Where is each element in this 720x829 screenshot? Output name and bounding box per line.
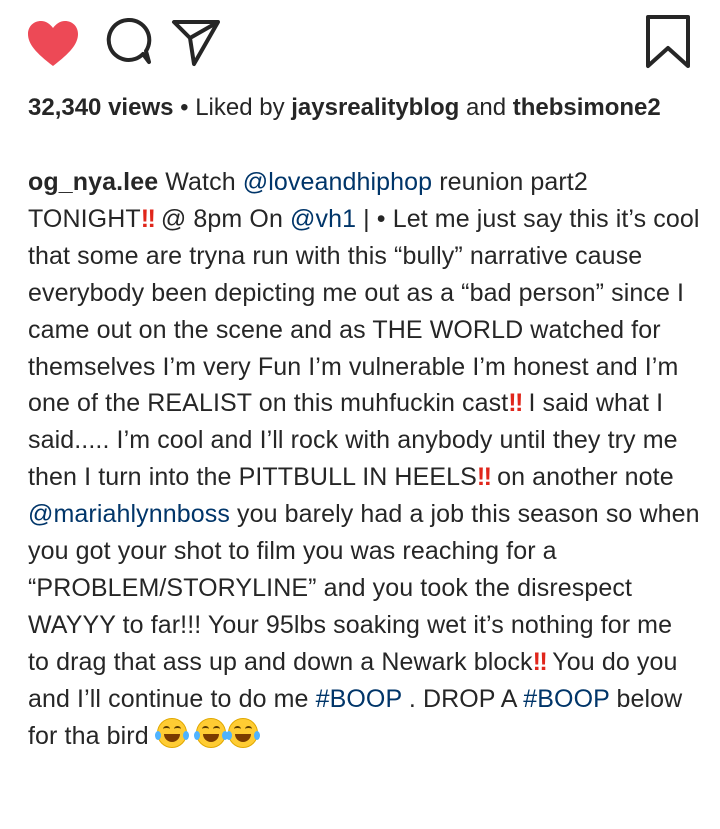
caption-text: on another note bbox=[490, 463, 674, 492]
post-action-bar bbox=[0, 0, 720, 92]
mention-link[interactable]: @mariahlynnboss bbox=[28, 500, 230, 528]
heart-icon[interactable] bbox=[26, 20, 80, 68]
liker-link[interactable]: thebsimone2 bbox=[513, 94, 661, 121]
caption-username[interactable]: og_nya.lee bbox=[28, 168, 158, 196]
bookmark-icon[interactable] bbox=[644, 14, 692, 70]
caption-text: @ 8pm On bbox=[153, 204, 291, 233]
post-caption: og_nya.lee Watch @loveandhiphop reunion … bbox=[28, 164, 700, 755]
tears-of-joy-icon bbox=[154, 717, 189, 748]
double-exclamation-icon: ‼ bbox=[476, 463, 492, 492]
liked-by-text: • Liked by bbox=[173, 94, 292, 121]
hashtag-link[interactable]: #BOOP bbox=[316, 685, 402, 713]
conjunction: and bbox=[459, 94, 513, 121]
post-stats: 32,340 views • Liked by jaysrealityblog … bbox=[28, 90, 698, 126]
tears-of-joy-icon bbox=[225, 717, 260, 748]
liker-link[interactable]: jaysrealityblog bbox=[291, 94, 459, 121]
caption-text: Watch bbox=[158, 168, 243, 196]
mention-link[interactable]: @vh1 bbox=[290, 205, 356, 233]
mention-link[interactable]: @loveandhiphop bbox=[243, 168, 432, 196]
double-exclamation-icon: ‼ bbox=[532, 647, 548, 676]
share-icon[interactable] bbox=[170, 16, 222, 68]
comment-icon[interactable] bbox=[103, 16, 155, 68]
views-count[interactable]: 32,340 views bbox=[28, 94, 173, 121]
double-exclamation-icon: ‼ bbox=[140, 204, 156, 233]
tears-of-joy-icon bbox=[193, 717, 228, 748]
double-exclamation-icon: ‼ bbox=[508, 389, 523, 418]
caption-text: . DROP A bbox=[401, 684, 524, 713]
hashtag-link[interactable]: #BOOP bbox=[523, 685, 609, 713]
caption-text: | • Let me just say this it’s cool that … bbox=[28, 204, 700, 418]
